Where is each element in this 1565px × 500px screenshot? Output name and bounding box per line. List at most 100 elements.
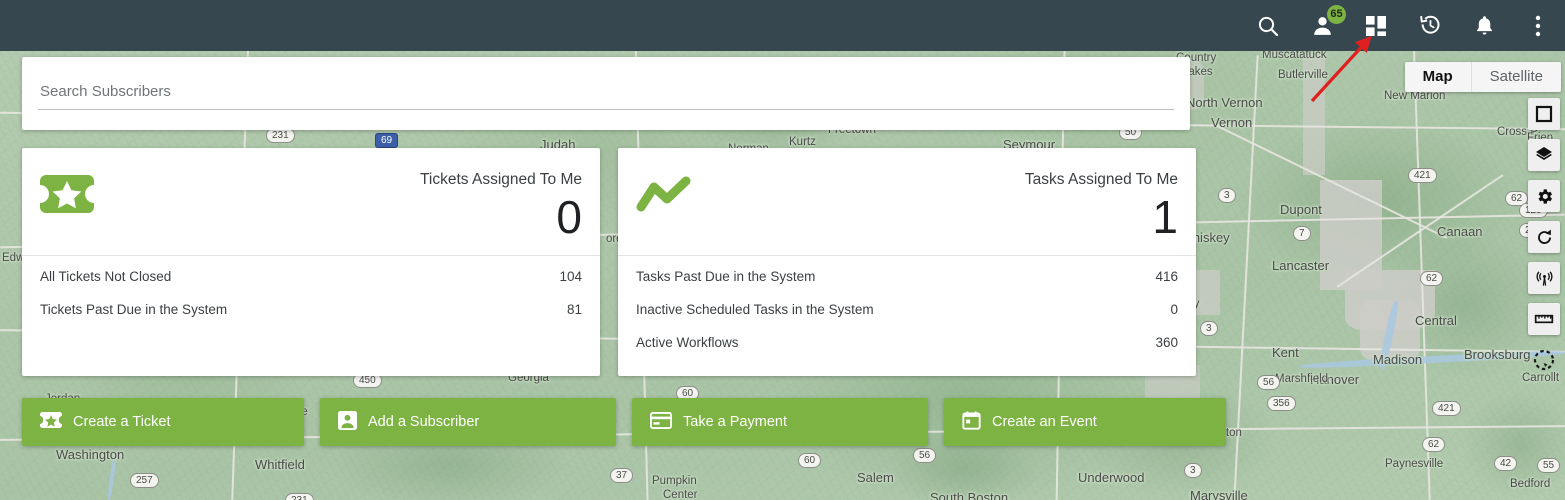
lasso-select-icon[interactable]	[1528, 344, 1560, 376]
map-highway-shield: 62	[1420, 271, 1444, 286]
tickets-card-stat: Tickets Assigned To Me 0	[420, 170, 582, 242]
map-place-label: Lancaster	[1272, 258, 1330, 273]
map-place-label: Brooksburg	[1464, 347, 1531, 362]
map-place-label: Kurtz	[789, 136, 816, 148]
map-type-map[interactable]: Map	[1405, 62, 1472, 92]
tickets-card-title: Tickets Assigned To Me	[420, 171, 582, 188]
map-place-label: Pumpkin	[652, 475, 697, 487]
map-type-satellite[interactable]: Satellite	[1472, 62, 1561, 92]
map-highway-shield: 356	[1267, 396, 1296, 411]
map-place-label: Underwood	[1078, 470, 1145, 485]
tower-icon[interactable]	[1528, 262, 1560, 294]
trend-line-icon	[636, 170, 692, 218]
tickets-card: Tickets Assigned To Me 0 All Tickets Not…	[22, 148, 600, 376]
subscriber-count-badge: 65	[1327, 4, 1346, 24]
search-panel	[22, 57, 1190, 130]
ruler-icon[interactable]	[1528, 303, 1560, 335]
table-row[interactable]: Active Workflows 360	[636, 326, 1178, 359]
tasks-card-header: Tasks Assigned To Me 1	[618, 148, 1196, 255]
tasks-card: Tasks Assigned To Me 1 Tasks Past Due in…	[618, 148, 1196, 376]
row-label: Active Workflows	[636, 335, 739, 350]
credit-card-icon	[649, 411, 673, 433]
tickets-card-value: 0	[556, 191, 582, 243]
tickets-card-header: Tickets Assigned To Me 0	[22, 148, 600, 255]
map-highway-shield: 69	[375, 133, 399, 148]
map-place-label: Butlerville	[1278, 69, 1328, 81]
map-highway-shield: 37	[610, 468, 634, 483]
map-place-label: Canaan	[1437, 224, 1483, 239]
map-highway-shield: 257	[130, 473, 159, 488]
grid-apps-icon[interactable]	[1363, 13, 1389, 39]
table-row[interactable]: Inactive Scheduled Tasks in the System 0	[636, 293, 1178, 326]
dashboard-root: Country Lakes Muscatatuck Butlerville North …	[0, 0, 1565, 500]
map-highway-shield: 60	[798, 453, 822, 468]
search-icon[interactable]	[1255, 13, 1281, 39]
action-label: Create an Event	[992, 414, 1097, 430]
map-place-label: Whitfield	[255, 457, 305, 472]
row-label: Inactive Scheduled Tasks in the System	[636, 302, 874, 317]
person-icon[interactable]: 65	[1309, 4, 1346, 39]
map-place-label: Paynesville	[1385, 458, 1444, 470]
history-icon[interactable]	[1417, 13, 1443, 39]
tasks-card-stat: Tasks Assigned To Me 1	[1025, 170, 1178, 242]
ticket-icon	[40, 411, 62, 433]
create-an-event-button[interactable]: Create an Event	[944, 398, 1226, 446]
map-highway-shield: 3	[1184, 463, 1202, 478]
refresh-icon[interactable]	[1528, 221, 1560, 253]
quick-action-group: Create a Ticket Add a Subscriber Take a …	[22, 398, 1226, 446]
bell-icon[interactable]	[1471, 13, 1497, 39]
layers-icon[interactable]	[1528, 139, 1560, 171]
search-input[interactable]	[38, 77, 1174, 110]
tickets-card-rows: All Tickets Not Closed 104 Tickets Past …	[22, 256, 600, 326]
table-row[interactable]: Tickets Past Due in the System 81	[40, 293, 582, 326]
header-icon-group: 65	[1255, 4, 1551, 39]
rectangle-select-icon[interactable]	[1528, 98, 1560, 130]
row-value: 416	[1155, 269, 1178, 284]
take-a-payment-button[interactable]: Take a Payment	[632, 398, 928, 446]
map-type-toggle[interactable]: Map Satellite	[1404, 62, 1561, 92]
map-place-label: Marysville	[1190, 488, 1248, 500]
calendar-icon	[962, 410, 981, 434]
tasks-card-rows: Tasks Past Due in the System 416 Inactiv…	[618, 256, 1196, 359]
action-label: Take a Payment	[683, 414, 787, 430]
gear-icon[interactable]	[1528, 180, 1560, 212]
map-place-label: Marshfield	[1275, 373, 1329, 385]
tasks-card-title: Tasks Assigned To Me	[1024, 171, 1178, 188]
map-highway-shield: 7	[1293, 226, 1311, 241]
ticket-star-icon	[40, 170, 96, 218]
row-value: 360	[1155, 335, 1178, 350]
row-label: Tickets Past Due in the System	[40, 302, 228, 317]
map-highway-shield: 55	[1537, 458, 1561, 473]
map-place-label: Washington	[56, 447, 125, 462]
map-highway-shield: 56	[913, 448, 937, 463]
map-place-label: North Vernon	[1186, 95, 1263, 110]
map-highway-shield: 421	[1432, 401, 1461, 416]
map-place-label: Salem	[857, 470, 894, 485]
create-a-ticket-button[interactable]: Create a Ticket	[22, 398, 304, 446]
map-highway-shield: 62	[1422, 437, 1446, 452]
row-label: Tasks Past Due in the System	[636, 269, 816, 284]
row-value: 104	[559, 269, 582, 284]
map-place-label: Central	[1415, 313, 1457, 328]
table-row[interactable]: Tasks Past Due in the System 416	[636, 260, 1178, 293]
map-place-label: Vernon	[1211, 115, 1253, 130]
action-label: Add a Subscriber	[368, 414, 480, 430]
add-a-subscriber-button[interactable]: Add a Subscriber	[320, 398, 616, 446]
map-tool-rail	[1528, 98, 1560, 376]
map-highway-shield: 231	[285, 493, 314, 500]
tasks-card-value: 1	[1152, 191, 1178, 243]
map-place-label: South Boston	[930, 490, 1009, 500]
map-highway-shield: 3	[1218, 188, 1236, 203]
map-place-label: Center	[663, 489, 698, 500]
map-place-label: Bedford	[1510, 478, 1551, 490]
row-value: 0	[1170, 302, 1178, 317]
map-highway-shield: 56	[1257, 375, 1281, 390]
action-label: Create a Ticket	[73, 414, 171, 430]
table-row[interactable]: All Tickets Not Closed 104	[40, 260, 582, 293]
map-place-label: Madison	[1373, 352, 1423, 367]
person-badge-icon	[338, 410, 357, 434]
stat-card-group: Tickets Assigned To Me 0 All Tickets Not…	[22, 148, 1196, 376]
row-label: All Tickets Not Closed	[40, 269, 172, 284]
more-vert-icon[interactable]	[1525, 13, 1551, 39]
row-value: 81	[566, 302, 582, 317]
